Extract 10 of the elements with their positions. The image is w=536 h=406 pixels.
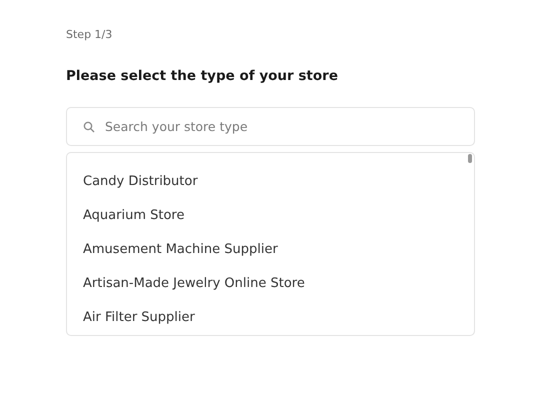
search-field[interactable]: Search your store type: [66, 107, 475, 146]
store-type-option[interactable]: Artisan-Made Jewelry Online Store: [67, 267, 474, 301]
store-type-option[interactable]: Amusement Machine Supplier: [67, 233, 474, 267]
step-indicator: Step 1/3: [66, 27, 114, 43]
search-icon: [83, 121, 95, 133]
scrollbar-thumb[interactable]: [468, 154, 472, 163]
store-type-option[interactable]: Air Filter Supplier: [67, 301, 474, 335]
store-type-option[interactable]: Candy Distributor: [67, 165, 474, 199]
store-type-option[interactable]: Aquarium Store: [67, 199, 474, 233]
page-title: Please select the type of your store: [66, 67, 339, 86]
